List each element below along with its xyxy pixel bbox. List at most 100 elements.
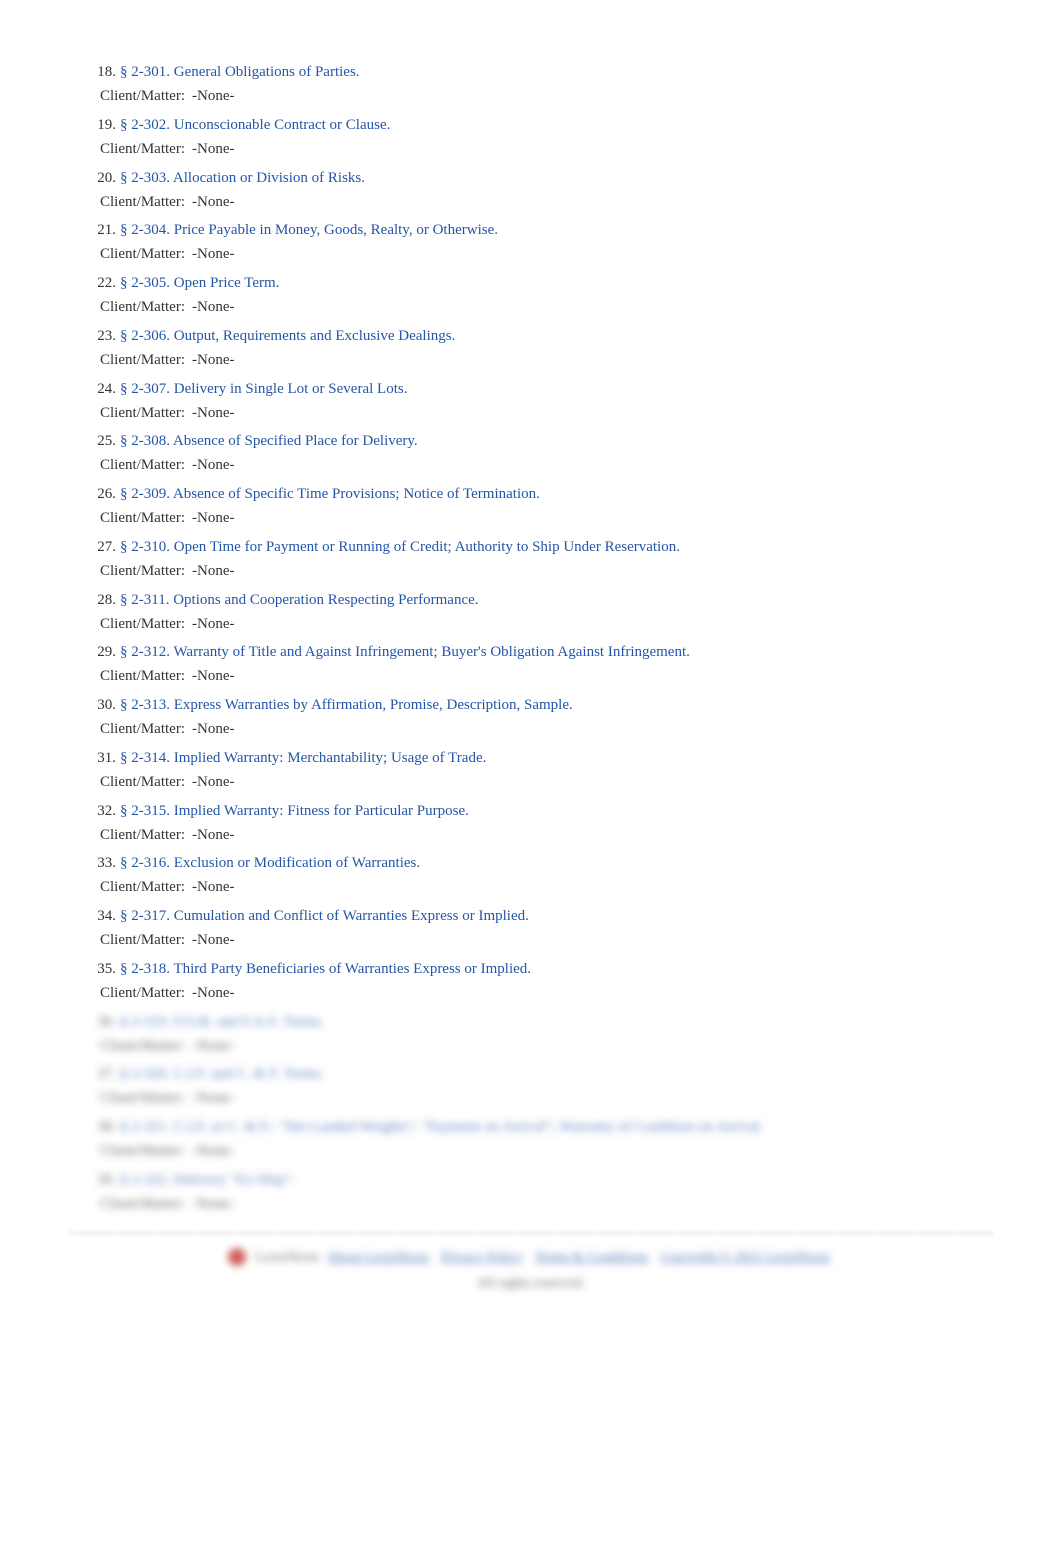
statute-item: 37.§ 2-320. C.I.F. and C. & F. Terms.Cli… [90,1062,1022,1111]
statute-link[interactable]: § 2-316. Exclusion or Modification of Wa… [120,851,420,875]
client-matter-label: Client/Matter: [100,453,192,478]
client-matter-value: -None- [192,823,234,848]
statute-item: 27.§ 2-310. Open Time for Payment or Run… [90,535,1022,584]
statute-link[interactable]: § 2-310. Open Time for Payment or Runnin… [120,535,680,559]
client-matter-label: Client/Matter: [100,1034,192,1059]
item-number: 29. [90,640,116,664]
statute-item: 31.§ 2-314. Implied Warranty: Merchantab… [90,746,1022,795]
client-matter-value: -None- [192,190,234,215]
statute-item: 23.§ 2-306. Output, Requirements and Exc… [90,324,1022,373]
item-number: 34. [90,904,116,928]
statute-link[interactable]: § 2-304. Price Payable in Money, Goods, … [120,218,498,242]
statute-item: 20.§ 2-303. Allocation or Division of Ri… [90,166,1022,215]
client-matter-label: Client/Matter: [100,401,192,426]
client-matter-value: -None- [192,928,234,953]
statute-link[interactable]: § 2-320. C.I.F. and C. & F. Terms. [120,1062,325,1086]
client-matter-row: Client/Matter:-None- [90,1086,1022,1111]
statute-item: 39.§ 2-322. Delivery "Ex-Ship".Client/Ma… [90,1168,1022,1217]
client-matter-row: Client/Matter:-None- [90,559,1022,584]
client-matter-row: Client/Matter:-None- [90,242,1022,267]
statute-link[interactable]: § 2-306. Output, Requirements and Exclus… [120,324,455,348]
client-matter-label: Client/Matter: [100,506,192,531]
statute-list: 18.§ 2-301. General Obligations of Parti… [0,60,1062,1217]
client-matter-value: -None- [192,770,234,795]
client-matter-value: -None- [192,1192,234,1217]
client-matter-value: -None- [192,348,234,373]
client-matter-label: Client/Matter: [100,559,192,584]
client-matter-value: -None- [192,981,234,1006]
statute-link[interactable]: § 2-309. Absence of Specific Time Provis… [120,482,540,506]
item-number: 21. [90,218,116,242]
item-number: 25. [90,429,116,453]
item-number: 22. [90,271,116,295]
item-number: 35. [90,957,116,981]
item-number: 37. [90,1062,116,1086]
statute-link[interactable]: § 2-317. Cumulation and Conflict of Warr… [120,904,529,928]
statute-item: 30.§ 2-313. Express Warranties by Affirm… [90,693,1022,742]
page-footer: LexisNexis About LexisNexis Privacy Poli… [0,1245,1062,1298]
client-matter-row: Client/Matter:-None- [90,928,1022,953]
client-matter-value: -None- [192,1034,234,1059]
client-matter-label: Client/Matter: [100,981,192,1006]
client-matter-row: Client/Matter:-None- [90,717,1022,742]
item-number: 19. [90,113,116,137]
item-number: 31. [90,746,116,770]
statute-item: 25.§ 2-308. Absence of Specified Place f… [90,429,1022,478]
statute-link[interactable]: § 2-301. General Obligations of Parties. [120,60,360,84]
footer-separator [70,1231,992,1235]
client-matter-row: Client/Matter:-None- [90,981,1022,1006]
item-number: 18. [90,60,116,84]
client-matter-row: Client/Matter:-None- [90,348,1022,373]
client-matter-label: Client/Matter: [100,1086,192,1111]
client-matter-row: Client/Matter:-None- [90,1139,1022,1164]
client-matter-label: Client/Matter: [100,348,192,373]
statute-link[interactable]: § 2-313. Express Warranties by Affirmati… [120,693,573,717]
client-matter-label: Client/Matter: [100,1139,192,1164]
statute-link[interactable]: § 2-318. Third Party Beneficiaries of Wa… [120,957,531,981]
statute-link[interactable]: § 2-307. Delivery in Single Lot or Sever… [120,377,407,401]
client-matter-value: -None- [192,559,234,584]
client-matter-label: Client/Matter: [100,928,192,953]
client-matter-row: Client/Matter:-None- [90,137,1022,162]
item-number: 23. [90,324,116,348]
client-matter-value: -None- [192,84,234,109]
statute-item: 18.§ 2-301. General Obligations of Parti… [90,60,1022,109]
item-number: 39. [90,1168,116,1192]
statute-link[interactable]: § 2-311. Options and Cooperation Respect… [120,588,479,612]
statute-link[interactable]: § 2-314. Implied Warranty: Merchantabili… [120,746,486,770]
statute-link[interactable]: § 2-319. F.O.B. and F.A.S. Terms. [120,1010,324,1034]
client-matter-row: Client/Matter:-None- [90,612,1022,637]
footer-link[interactable]: Privacy Policy [441,1250,523,1265]
statute-link[interactable]: § 2-322. Delivery "Ex-Ship". [120,1168,295,1192]
client-matter-label: Client/Matter: [100,664,192,689]
statute-link[interactable]: § 2-305. Open Price Term. [120,271,279,295]
client-matter-row: Client/Matter:-None- [90,190,1022,215]
footer-link[interactable]: Terms & Conditions [534,1250,648,1265]
client-matter-label: Client/Matter: [100,295,192,320]
client-matter-value: -None- [192,506,234,531]
client-matter-row: Client/Matter:-None- [90,453,1022,478]
statute-item: 36.§ 2-319. F.O.B. and F.A.S. Terms.Clie… [90,1010,1022,1059]
statute-link[interactable]: § 2-321. C.I.F. or C. & F.: "Net Landed … [120,1115,763,1139]
statute-link[interactable]: § 2-303. Allocation or Division of Risks… [120,166,365,190]
client-matter-label: Client/Matter: [100,717,192,742]
statute-link[interactable]: § 2-308. Absence of Specified Place for … [120,429,418,453]
footer-link[interactable]: About LexisNexis [327,1250,429,1265]
statute-item: 24.§ 2-307. Delivery in Single Lot or Se… [90,377,1022,426]
statute-item: 21.§ 2-304. Price Payable in Money, Good… [90,218,1022,267]
brand-logo-icon [228,1248,246,1266]
item-number: 28. [90,588,116,612]
statute-link[interactable]: § 2-315. Implied Warranty: Fitness for P… [120,799,469,823]
client-matter-value: -None- [192,664,234,689]
client-matter-row: Client/Matter:-None- [90,506,1022,531]
statute-item: 33.§ 2-316. Exclusion or Modification of… [90,851,1022,900]
statute-link[interactable]: § 2-302. Unconscionable Contract or Clau… [120,113,390,137]
client-matter-value: -None- [192,242,234,267]
client-matter-label: Client/Matter: [100,1192,192,1217]
client-matter-row: Client/Matter:-None- [90,823,1022,848]
statute-item: 35.§ 2-318. Third Party Beneficiaries of… [90,957,1022,1006]
item-number: 38. [90,1115,116,1139]
item-number: 32. [90,799,116,823]
footer-link[interactable]: Copyright © 2021 LexisNexis [660,1250,830,1265]
statute-link[interactable]: § 2-312. Warranty of Title and Against I… [120,640,690,664]
